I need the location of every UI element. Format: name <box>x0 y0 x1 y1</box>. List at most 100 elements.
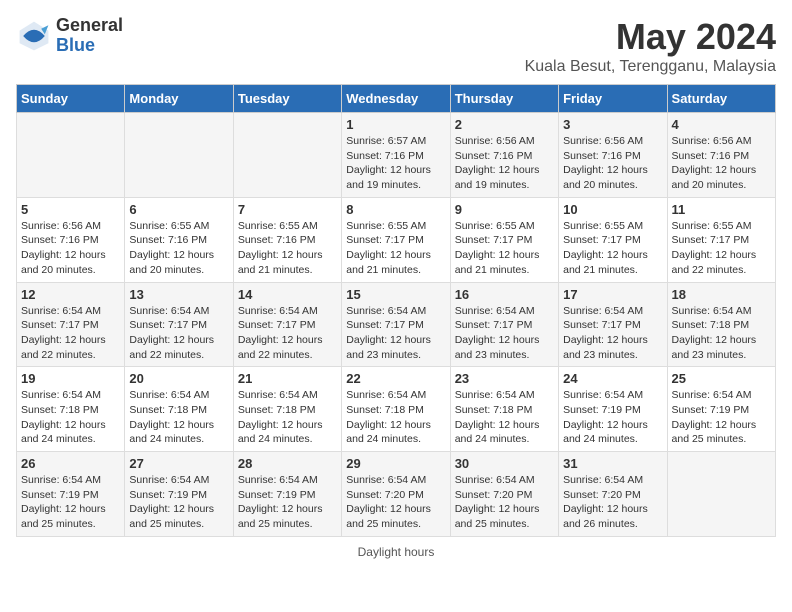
header-cell-sunday: Sunday <box>17 85 125 113</box>
day-info: Sunrise: 6:54 AM Sunset: 7:19 PM Dayligh… <box>563 388 662 447</box>
day-number: 22 <box>346 371 445 386</box>
day-number: 9 <box>455 202 554 217</box>
day-info: Sunrise: 6:55 AM Sunset: 7:16 PM Dayligh… <box>129 219 228 278</box>
day-info: Sunrise: 6:55 AM Sunset: 7:17 PM Dayligh… <box>672 219 771 278</box>
day-cell <box>17 113 125 198</box>
page-header: General Blue May 2024 Kuala Besut, Teren… <box>16 16 776 76</box>
day-number: 3 <box>563 117 662 132</box>
header-cell-saturday: Saturday <box>667 85 775 113</box>
day-cell: 12Sunrise: 6:54 AM Sunset: 7:17 PM Dayli… <box>17 282 125 367</box>
day-info: Sunrise: 6:54 AM Sunset: 7:18 PM Dayligh… <box>21 388 120 447</box>
day-number: 20 <box>129 371 228 386</box>
day-info: Sunrise: 6:54 AM Sunset: 7:18 PM Dayligh… <box>238 388 337 447</box>
title-block: May 2024 Kuala Besut, Terengganu, Malays… <box>525 16 776 76</box>
day-info: Sunrise: 6:56 AM Sunset: 7:16 PM Dayligh… <box>455 134 554 193</box>
logo-general: General <box>56 16 123 36</box>
day-cell: 15 Sunrise: 6:54 AM Sunset: 7:17 PM Dayli… <box>342 282 450 367</box>
day-info: Sunrise: 6:54 AM Sunset: 7:18 PM Dayligh… <box>346 388 445 447</box>
footer: Daylight hours <box>16 545 776 559</box>
day-number: 8 <box>346 202 445 217</box>
day-info: Sunrise: 6:54 AM Sunset: 7:20 PM Dayligh… <box>346 473 445 532</box>
day-cell: 7Sunrise: 6:55 AM Sunset: 7:16 PM Daylig… <box>233 197 341 282</box>
day-cell: 23 Sunrise: 6:54 AM Sunset: 7:18 PM Dayli… <box>450 367 558 452</box>
day-number: 14 <box>238 287 337 302</box>
day-info: Sunrise: 6:54 AM Sunset: 7:17 PM Dayligh… <box>455 304 554 363</box>
main-title: May 2024 <box>525 16 776 58</box>
day-cell: 22 Sunrise: 6:54 AM Sunset: 7:18 PM Dayli… <box>342 367 450 452</box>
day-number: 28 <box>238 456 337 471</box>
header-cell-monday: Monday <box>125 85 233 113</box>
day-number: 4 <box>672 117 771 132</box>
day-cell: 17Sunrise: 6:54 AM Sunset: 7:17 PM Dayli… <box>559 282 667 367</box>
header-cell-tuesday: Tuesday <box>233 85 341 113</box>
day-cell <box>233 113 341 198</box>
day-cell: 10 Sunrise: 6:55 AM Sunset: 7:17 PM Dayli… <box>559 197 667 282</box>
day-cell: 5Sunrise: 6:56 AM Sunset: 7:16 PM Daylig… <box>17 197 125 282</box>
day-number: 12 <box>21 287 120 302</box>
day-number: 16 <box>455 287 554 302</box>
day-cell: 11 Sunrise: 6:55 AM Sunset: 7:17 PM Dayli… <box>667 197 775 282</box>
day-info: Sunrise: 6:54 AM Sunset: 7:18 PM Dayligh… <box>672 304 771 363</box>
day-cell: 4 Sunrise: 6:56 AM Sunset: 7:16 PM Daylig… <box>667 113 775 198</box>
day-number: 10 <box>563 202 662 217</box>
day-info: Sunrise: 6:54 AM Sunset: 7:18 PM Dayligh… <box>129 388 228 447</box>
day-number: 1 <box>346 117 445 132</box>
calendar-table: SundayMondayTuesdayWednesdayThursdayFrid… <box>16 84 776 537</box>
day-number: 25 <box>672 371 771 386</box>
day-cell: 2 Sunrise: 6:56 AM Sunset: 7:16 PM Daylig… <box>450 113 558 198</box>
daylight-label: Daylight hours <box>358 545 435 559</box>
day-number: 5 <box>21 202 120 217</box>
day-info: Sunrise: 6:54 AM Sunset: 7:20 PM Dayligh… <box>455 473 554 532</box>
day-cell: 13Sunrise: 6:54 AM Sunset: 7:17 PM Dayli… <box>125 282 233 367</box>
day-cell: 27Sunrise: 6:54 AM Sunset: 7:19 PM Dayli… <box>125 452 233 537</box>
day-info: Sunrise: 6:55 AM Sunset: 7:17 PM Dayligh… <box>455 219 554 278</box>
day-cell: 14 Sunrise: 6:54 AM Sunset: 7:17 PM Dayli… <box>233 282 341 367</box>
day-cell: 19 Sunrise: 6:54 AM Sunset: 7:18 PM Dayli… <box>17 367 125 452</box>
calendar-header: SundayMondayTuesdayWednesdayThursdayFrid… <box>17 85 776 113</box>
day-number: 30 <box>455 456 554 471</box>
day-number: 11 <box>672 202 771 217</box>
day-number: 2 <box>455 117 554 132</box>
day-number: 27 <box>129 456 228 471</box>
day-cell: 21Sunrise: 6:54 AM Sunset: 7:18 PM Dayli… <box>233 367 341 452</box>
day-info: Sunrise: 6:55 AM Sunset: 7:17 PM Dayligh… <box>563 219 662 278</box>
day-info: Sunrise: 6:54 AM Sunset: 7:17 PM Dayligh… <box>238 304 337 363</box>
day-cell: 8Sunrise: 6:55 AM Sunset: 7:17 PM Daylig… <box>342 197 450 282</box>
week-row-2: 5Sunrise: 6:56 AM Sunset: 7:16 PM Daylig… <box>17 197 776 282</box>
subtitle: Kuala Besut, Terengganu, Malaysia <box>525 58 776 76</box>
day-cell: 24Sunrise: 6:54 AM Sunset: 7:19 PM Dayli… <box>559 367 667 452</box>
day-info: Sunrise: 6:57 AM Sunset: 7:16 PM Dayligh… <box>346 134 445 193</box>
day-number: 13 <box>129 287 228 302</box>
day-info: Sunrise: 6:56 AM Sunset: 7:16 PM Dayligh… <box>672 134 771 193</box>
day-info: Sunrise: 6:54 AM Sunset: 7:19 PM Dayligh… <box>21 473 120 532</box>
day-number: 7 <box>238 202 337 217</box>
day-info: Sunrise: 6:54 AM Sunset: 7:17 PM Dayligh… <box>346 304 445 363</box>
day-number: 29 <box>346 456 445 471</box>
day-cell: 6 Sunrise: 6:55 AM Sunset: 7:16 PM Daylig… <box>125 197 233 282</box>
day-info: Sunrise: 6:56 AM Sunset: 7:16 PM Dayligh… <box>563 134 662 193</box>
header-cell-thursday: Thursday <box>450 85 558 113</box>
day-number: 15 <box>346 287 445 302</box>
day-number: 19 <box>21 371 120 386</box>
header-cell-friday: Friday <box>559 85 667 113</box>
logo-text: General Blue <box>56 16 123 56</box>
day-number: 23 <box>455 371 554 386</box>
week-row-1: 1 Sunrise: 6:57 AM Sunset: 7:16 PM Daylig… <box>17 113 776 198</box>
day-cell: 28Sunrise: 6:54 AM Sunset: 7:19 PM Dayli… <box>233 452 341 537</box>
day-number: 18 <box>672 287 771 302</box>
day-info: Sunrise: 6:54 AM Sunset: 7:18 PM Dayligh… <box>455 388 554 447</box>
day-cell: 20 Sunrise: 6:54 AM Sunset: 7:18 PM Dayli… <box>125 367 233 452</box>
logo-blue: Blue <box>56 36 123 56</box>
day-info: Sunrise: 6:54 AM Sunset: 7:19 PM Dayligh… <box>672 388 771 447</box>
day-info: Sunrise: 6:54 AM Sunset: 7:17 PM Dayligh… <box>563 304 662 363</box>
day-cell: 16 Sunrise: 6:54 AM Sunset: 7:17 PM Dayli… <box>450 282 558 367</box>
day-cell <box>667 452 775 537</box>
header-cell-wednesday: Wednesday <box>342 85 450 113</box>
day-cell: 25 Sunrise: 6:54 AM Sunset: 7:19 PM Dayli… <box>667 367 775 452</box>
day-cell: 18 Sunrise: 6:54 AM Sunset: 7:18 PM Dayli… <box>667 282 775 367</box>
logo: General Blue <box>16 16 123 56</box>
day-number: 6 <box>129 202 228 217</box>
day-cell: 29 Sunrise: 6:54 AM Sunset: 7:20 PM Dayli… <box>342 452 450 537</box>
day-number: 31 <box>563 456 662 471</box>
day-cell: 30 Sunrise: 6:54 AM Sunset: 7:20 PM Dayli… <box>450 452 558 537</box>
